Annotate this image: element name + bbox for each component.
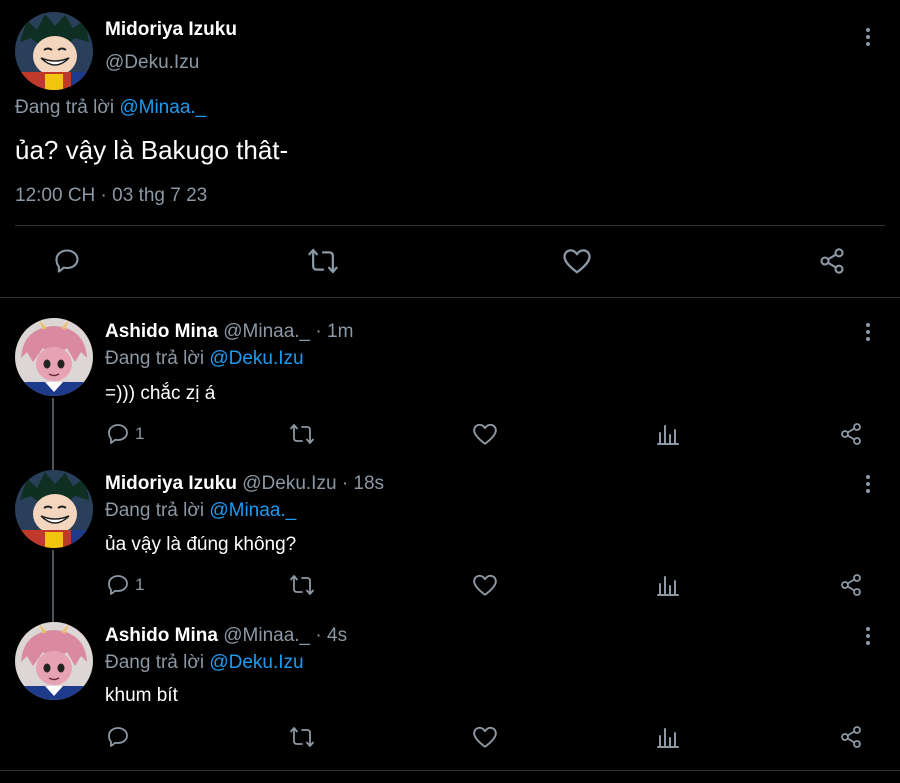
avatar-midoriya[interactable] [15,470,93,548]
reply-to-link[interactable]: @Deku.Izu [209,348,303,369]
reply-context: Đang trả lời @Minaa._ [105,500,296,522]
reply-to-link[interactable]: @Minaa._ [209,500,296,521]
like-icon[interactable] [562,247,592,275]
reply-header: Midoriya Izuku @Deku.Izu · 18s [105,473,384,495]
reply-prefix: Đang trả lời [15,97,115,118]
avatar-midoriya[interactable] [15,12,93,90]
reply-icon[interactable] [106,422,130,446]
reply-count: 1 [135,575,145,594]
share-icon[interactable] [839,725,863,749]
reply-icon[interactable] [53,247,81,275]
more-options-icon[interactable] [858,472,878,496]
author-display-name[interactable]: Ashido Mina [105,321,218,342]
reply-icon[interactable] [106,725,130,749]
reply-context: Đang trả lời @Deku.Izu [105,348,304,370]
reply-prefix: Đang trả lời [105,500,205,521]
share-icon[interactable] [839,573,863,597]
reply-header: Ashido Mina @Minaa._ · 1m [105,321,353,343]
avatar-ashido[interactable] [15,318,93,396]
reply-text: khum bít [105,685,178,706]
analytics-icon[interactable] [656,725,680,749]
reply-to-link[interactable]: @Deku.Izu [209,652,303,673]
like-icon[interactable] [472,725,498,749]
reply-prefix: Đang trả lời [105,348,205,369]
reply-header: Ashido Mina @Minaa._ · 4s [105,625,347,647]
reply-prefix: Đang trả lời [105,652,205,673]
analytics-icon[interactable] [656,573,680,597]
tweet-text: ủa? vậy là Bakugo thât- [15,135,289,165]
analytics-icon[interactable] [656,422,680,446]
more-options-icon[interactable] [858,624,878,648]
share-icon[interactable] [817,247,847,275]
like-icon[interactable] [472,573,498,597]
reply-icon[interactable] [106,573,130,597]
reply-text: =))) chắc zị á [105,383,216,404]
reply-to-link[interactable]: @Minaa._ [119,97,206,118]
retweet-icon[interactable] [289,422,315,446]
author-display-name[interactable]: Ashido Mina [105,625,218,646]
more-options-icon[interactable] [858,320,878,344]
reply-context: Đang trả lời @Deku.Izu [105,652,304,674]
reply-text: ủa vậy là đúng không? [105,534,297,555]
thread-line [52,398,54,470]
reply-count: 1 [135,424,145,443]
reply-context: Đang trả lời @Minaa._ [15,97,206,119]
share-icon[interactable] [839,422,863,446]
author-handle[interactable]: @Deku.Izu [242,473,336,494]
tweet-timestamp[interactable]: 12:00 CH · 03 thg 7 23 [15,185,207,207]
retweet-icon[interactable] [307,247,339,275]
avatar-ashido[interactable] [15,622,93,700]
reply-time[interactable]: · 18s [342,473,384,494]
divider [15,225,885,226]
section-divider [0,297,900,298]
retweet-icon[interactable] [289,725,315,749]
bottom-divider [0,770,900,771]
author-display-name[interactable]: Midoriya Izuku [105,473,237,494]
more-options-icon[interactable] [858,25,878,49]
like-icon[interactable] [472,422,498,446]
retweet-icon[interactable] [289,573,315,597]
author-handle[interactable]: @Minaa._ [223,321,310,342]
reply-time[interactable]: · 1m [315,321,353,342]
author-display-name[interactable]: Midoriya Izuku [105,19,237,41]
reply-time[interactable]: · 4s [315,625,347,646]
thread-line [52,550,54,622]
author-handle[interactable]: @Deku.Izu [105,52,199,74]
author-handle[interactable]: @Minaa._ [223,625,310,646]
